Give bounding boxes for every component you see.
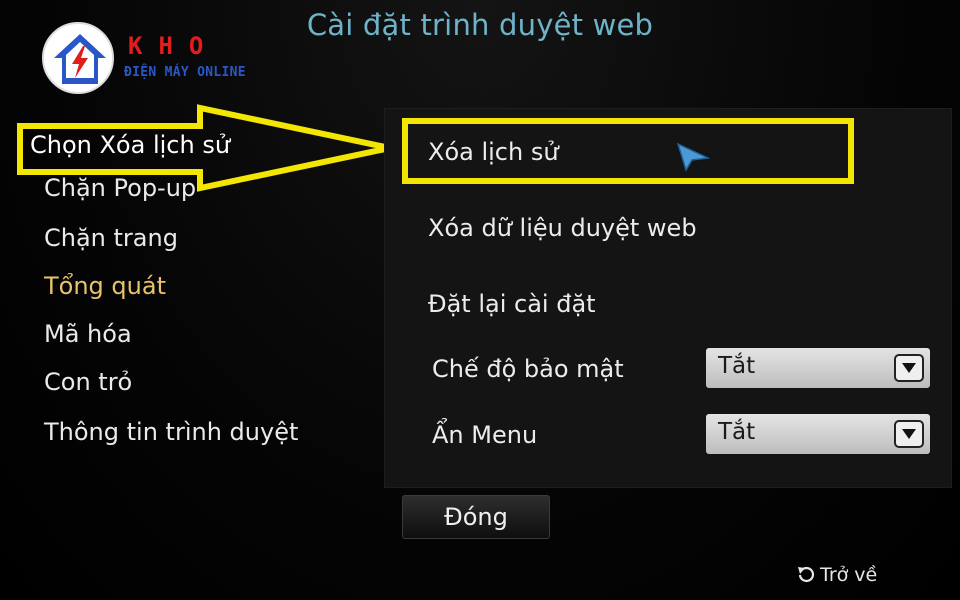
pointer-cursor-icon [676,142,710,172]
return-icon [798,566,815,583]
menu-item-encryption[interactable]: Mã hóa [44,320,132,348]
hide-menu-value: Tắt [718,419,756,445]
close-button[interactable]: Đóng [402,495,550,539]
hide-menu-label: Ẩn Menu [432,421,538,449]
logo-house-icon [42,22,114,94]
annotation-label: Chọn Xóa lịch sử [30,131,231,159]
menu-item-general[interactable]: Tổng quát [44,272,166,300]
back-button[interactable]: Trở về [796,564,877,586]
clear-history-option[interactable]: Xóa lịch sử [428,138,559,166]
tv-screen: Cài đặt trình duyệt web KHO ĐIỆN MÁY ONL… [0,0,960,600]
menu-item-cursor[interactable]: Con trỏ [44,368,132,396]
back-label: Trở về [820,564,878,586]
clear-browsing-data-option[interactable]: Xóa dữ liệu duyệt web [428,214,697,242]
logo: KHO ĐIỆN MÁY ONLINE [42,22,282,94]
menu-item-browser-info[interactable]: Thông tin trình duyệt [44,418,298,446]
logo-subtext: ĐIỆN MÁY ONLINE [124,65,246,80]
logo-text: KHO [128,32,220,60]
menu-item-page-block[interactable]: Chặn trang [44,224,178,252]
chevron-down-icon[interactable] [894,420,924,448]
security-mode-value: Tắt [718,353,756,379]
chevron-down-icon[interactable] [894,354,924,382]
security-mode-label: Chế độ bảo mật [432,355,624,383]
hide-menu-select[interactable]: Tắt [706,414,930,454]
security-mode-select[interactable]: Tắt [706,348,930,388]
reset-settings-option[interactable]: Đặt lại cài đặt [428,290,596,318]
